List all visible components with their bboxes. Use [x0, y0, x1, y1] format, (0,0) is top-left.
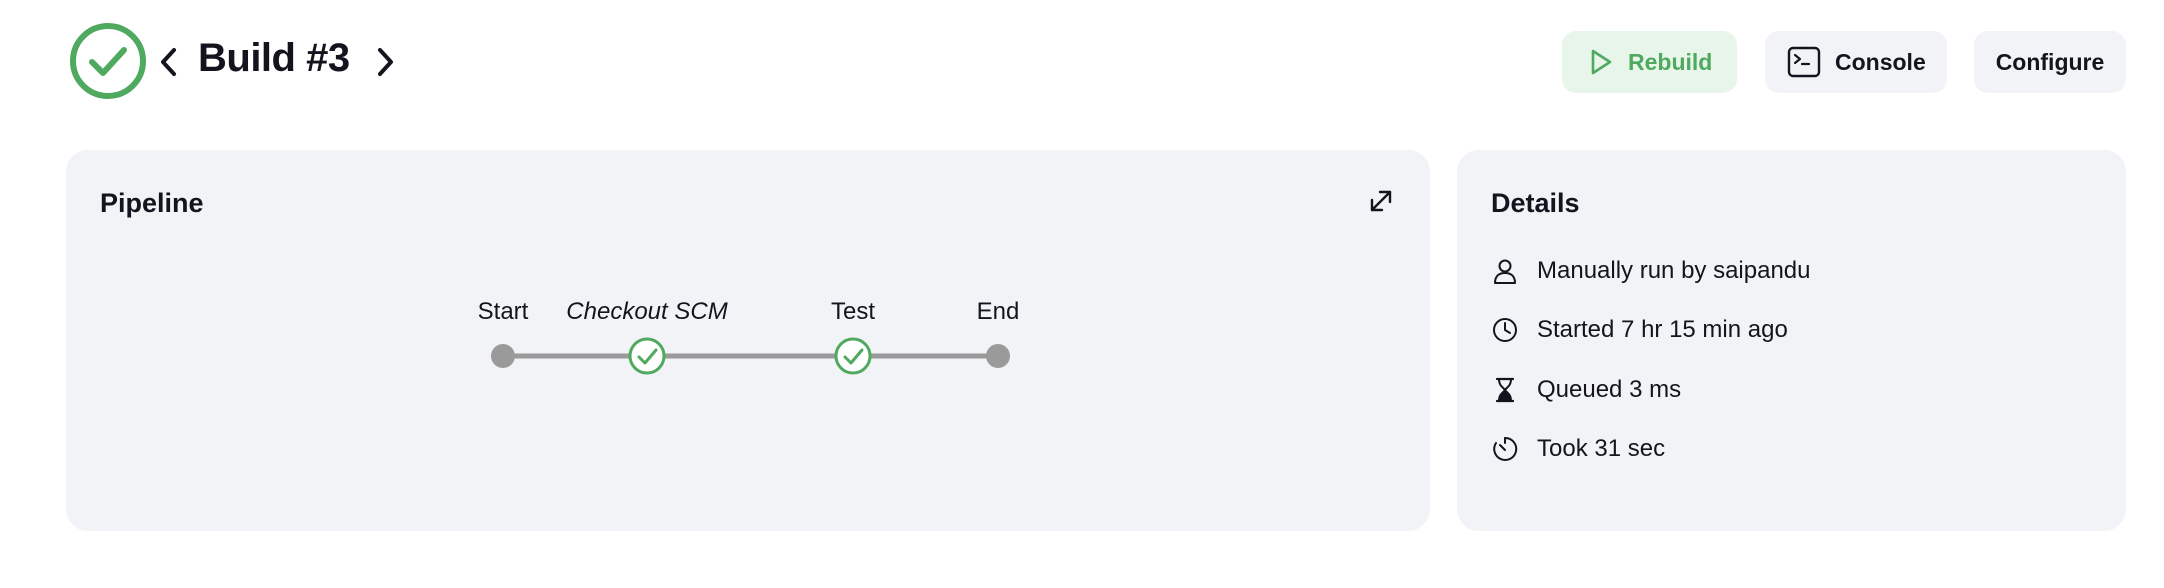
detail-text: Started 7 hr 15 min ago [1537, 316, 1788, 343]
detail-duration: Took 31 sec [1491, 435, 1665, 463]
rebuild-button[interactable]: Rebuild [1562, 31, 1737, 93]
configure-label: Configure [1995, 48, 2105, 75]
stage-node-test[interactable] [834, 337, 872, 375]
page-title: Build #3 [198, 36, 350, 80]
pipeline-graph [491, 337, 1010, 375]
success-check-icon [70, 23, 146, 99]
stage-circle [834, 337, 872, 375]
pipeline-card: Pipeline Start Checkout SCM Test End [66, 150, 1430, 531]
stage-label-checkout-scm[interactable]: Checkout SCM [566, 298, 727, 326]
stage-circle [628, 337, 666, 375]
rebuild-label: Rebuild [1628, 48, 1713, 75]
configure-button[interactable]: Configure [1974, 31, 2126, 93]
build-header: Build #3 Rebuild Console Configure [0, 0, 2164, 120]
clock-icon [1491, 316, 1519, 344]
detail-queued: Queued 3 ms [1491, 376, 1681, 404]
detail-text: Took 31 sec [1537, 435, 1666, 462]
timer-icon [1491, 435, 1519, 463]
stage-label-end: End [976, 298, 1020, 325]
detail-text: Manually run by saipandu [1537, 257, 1811, 284]
stage-node-start [491, 344, 515, 368]
play-icon [1588, 48, 1614, 76]
detail-text: Queued 3 ms [1537, 376, 1682, 403]
stage-node-checkout-scm[interactable] [628, 337, 666, 375]
stage-label-start: Start [477, 298, 529, 325]
details-card: Details Manually run by saipandu Started… [1457, 150, 2126, 531]
console-button[interactable]: Console [1765, 31, 1947, 93]
details-title: Details [1491, 188, 1580, 218]
stage-label-test[interactable]: Test [831, 298, 875, 326]
console-label: Console [1835, 48, 1926, 75]
user-icon [1491, 257, 1519, 285]
stage-node-end [986, 344, 1010, 368]
detail-started: Started 7 hr 15 min ago [1491, 316, 1788, 344]
hourglass-icon [1491, 376, 1519, 404]
terminal-icon [1787, 46, 1821, 78]
chevron-right-icon[interactable] [372, 44, 398, 80]
detail-triggered-by: Manually run by saipandu [1491, 257, 1811, 285]
chevron-left-icon[interactable] [156, 44, 182, 80]
